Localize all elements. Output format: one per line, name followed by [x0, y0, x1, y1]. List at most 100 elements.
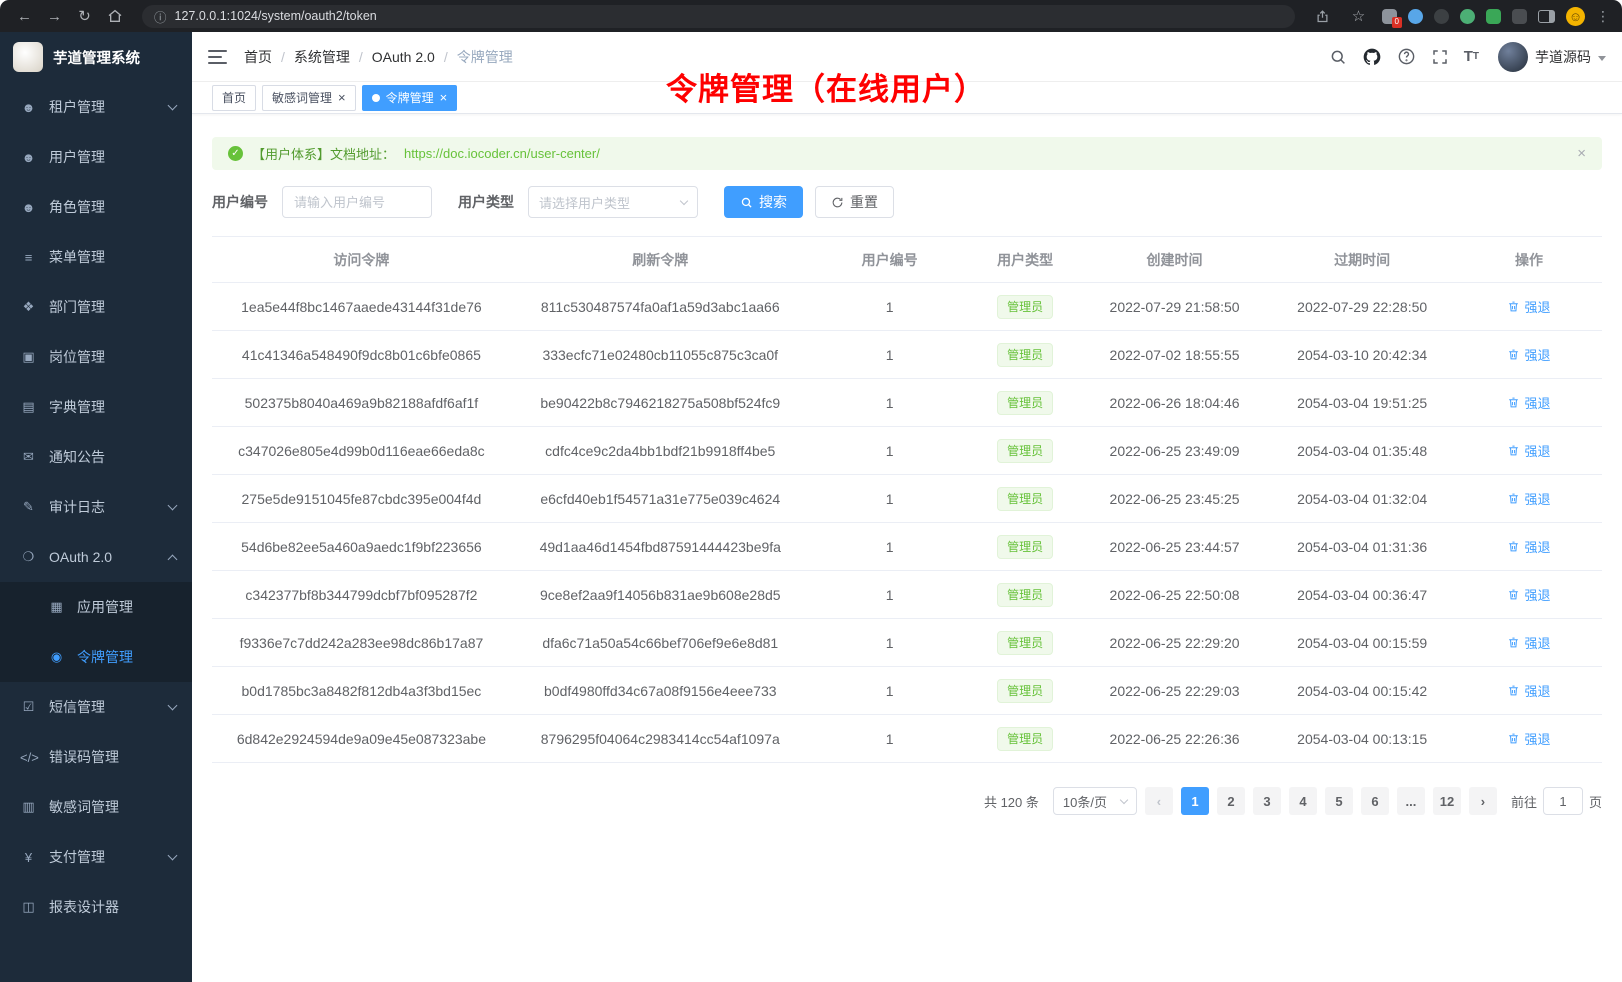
alert-link[interactable]: https://doc.iocoder.cn/user-center/ — [404, 146, 600, 161]
page-button-5[interactable]: 5 — [1325, 787, 1353, 815]
menu-kebab-icon[interactable]: ⋮ — [1596, 8, 1610, 25]
column-header: 过期时间 — [1268, 237, 1456, 283]
search-icon[interactable] — [1329, 48, 1347, 66]
github-icon[interactable] — [1362, 47, 1382, 67]
sidebar-item-menu[interactable]: ≡菜单管理 — [0, 232, 192, 282]
sidebar-item-report-designer[interactable]: ◫报表设计器 — [0, 882, 192, 932]
extension-icon[interactable]: 0 — [1382, 9, 1397, 24]
bookmark-star-icon[interactable]: ☆ — [1346, 4, 1371, 29]
page-button-1[interactable]: 1 — [1181, 787, 1209, 815]
delete-icon — [1507, 636, 1520, 649]
user-menu[interactable]: 芋道源码 — [1498, 42, 1606, 72]
table-row: 1ea5e44f8bc1467aaede43144f31de76811c5304… — [212, 283, 1602, 331]
column-header: 访问令牌 — [212, 237, 511, 283]
extension-icon[interactable] — [1460, 9, 1475, 24]
refresh-token-cell: 49d1aa46d1454fbd87591444423be9fa — [511, 523, 810, 571]
sidebar-item-error-code[interactable]: </>错误码管理 — [0, 732, 192, 782]
side-panel-icon[interactable] — [1538, 10, 1555, 23]
prev-page-button[interactable]: ‹ — [1145, 787, 1173, 815]
create-time-cell: 2022-06-25 22:29:03 — [1081, 667, 1269, 715]
access-token-cell: 275e5de9151045fe87cbdc395e004f4d — [212, 475, 511, 523]
home-icon[interactable] — [102, 4, 127, 29]
page-button-12[interactable]: 12 — [1433, 787, 1461, 815]
force-logout-button[interactable]: 强退 — [1507, 537, 1550, 556]
sidebar-item-pay[interactable]: ¥支付管理 — [0, 832, 192, 882]
extension-icon[interactable] — [1408, 9, 1423, 24]
address-bar[interactable]: ⓘ 127.0.0.1:1024/system/oauth2/token — [142, 5, 1295, 28]
extension-icon[interactable] — [1434, 9, 1449, 24]
user-type-placeholder: 请选择用户类型 — [539, 193, 630, 212]
text-size-icon[interactable] — [1464, 48, 1479, 65]
breadcrumb: 首页/系统管理/OAuth 2.0/令牌管理 — [244, 47, 513, 67]
reset-button[interactable]: 重置 — [815, 186, 894, 218]
tab-home[interactable]: 首页 — [212, 85, 256, 111]
breadcrumb-item: 令牌管理 — [457, 47, 513, 67]
user-id-cell: 1 — [810, 427, 970, 475]
sidebar-item-user[interactable]: ☻用户管理 — [0, 132, 192, 182]
breadcrumb-item[interactable]: OAuth 2.0 — [372, 49, 435, 65]
force-logout-button[interactable]: 强退 — [1507, 681, 1550, 700]
force-logout-button[interactable]: 强退 — [1507, 441, 1550, 460]
page-ellipsis-button[interactable]: ... — [1397, 787, 1425, 815]
expire-time-cell: 2054-03-04 00:36:47 — [1268, 571, 1456, 619]
force-logout-button[interactable]: 强退 — [1507, 585, 1550, 604]
user-id-input[interactable] — [282, 186, 432, 218]
page-button-2[interactable]: 2 — [1217, 787, 1245, 815]
browser-profile-avatar[interactable]: ☺ — [1566, 7, 1585, 26]
page-button-4[interactable]: 4 — [1289, 787, 1317, 815]
help-icon[interactable] — [1397, 47, 1416, 66]
expire-time-cell: 2054-03-04 19:51:25 — [1268, 379, 1456, 427]
sidebar-item-oauth2[interactable]: ❍OAuth 2.0 — [0, 532, 192, 582]
force-logout-button[interactable]: 强退 — [1507, 489, 1550, 508]
sidebar-item-notice[interactable]: ✉通知公告 — [0, 432, 192, 482]
delete-icon — [1507, 732, 1520, 745]
force-logout-button[interactable]: 强退 — [1507, 297, 1550, 316]
close-tab-icon[interactable]: × — [338, 91, 346, 104]
goto-page-input[interactable] — [1543, 787, 1583, 815]
fullscreen-icon[interactable] — [1431, 48, 1449, 66]
force-logout-button[interactable]: 强退 — [1507, 345, 1550, 364]
close-tab-icon[interactable]: × — [440, 91, 448, 104]
breadcrumb-item[interactable]: 首页 — [244, 47, 272, 67]
force-logout-button[interactable]: 强退 — [1507, 633, 1550, 652]
user-name: 芋道源码 — [1535, 47, 1591, 67]
action-cell: 强退 — [1456, 619, 1602, 667]
sidebar-item-sms[interactable]: ☑短信管理 — [0, 682, 192, 732]
tab-oauth2-token[interactable]: 令牌管理× — [362, 85, 458, 111]
breadcrumb-item[interactable]: 系统管理 — [294, 47, 350, 67]
extension-icon[interactable] — [1486, 9, 1501, 24]
close-alert-icon[interactable]: × — [1577, 145, 1586, 162]
user-type-select[interactable]: 请选择用户类型 — [528, 186, 698, 218]
sidebar-item-dict[interactable]: ▤字典管理 — [0, 382, 192, 432]
forward-icon[interactable]: → — [42, 4, 67, 29]
page-size-select[interactable]: 10条/页 — [1053, 787, 1137, 815]
extension-icon[interactable] — [1512, 9, 1527, 24]
tab-sensitive-word[interactable]: 敏感词管理× — [262, 85, 356, 111]
sidebar-item-dept[interactable]: ❖部门管理 — [0, 282, 192, 332]
sidebar-item-role[interactable]: ☻角色管理 — [0, 182, 192, 232]
create-time-cell: 2022-06-25 23:44:57 — [1081, 523, 1269, 571]
sidebar-item-oauth2-app[interactable]: ▦应用管理 — [0, 582, 192, 632]
sidebar-item-tenant[interactable]: ☻租户管理 — [0, 82, 192, 132]
collapse-sidebar-icon[interactable] — [208, 50, 227, 64]
sidebar-item-oauth2-token[interactable]: ◉令牌管理 — [0, 632, 192, 682]
chevron-down-icon — [680, 196, 688, 204]
search-button[interactable]: 搜索 — [724, 186, 803, 218]
force-logout-button[interactable]: 强退 — [1507, 729, 1550, 748]
sidebar-item-post[interactable]: ▣岗位管理 — [0, 332, 192, 382]
force-logout-button[interactable]: 强退 — [1507, 393, 1550, 412]
reload-icon[interactable]: ↻ — [72, 4, 97, 29]
sidebar-item-sensitive-word[interactable]: ▥敏感词管理 — [0, 782, 192, 832]
sidebar-item-audit-log[interactable]: ✎审计日志 — [0, 482, 192, 532]
report-icon: ◫ — [20, 899, 37, 915]
page-button-6[interactable]: 6 — [1361, 787, 1389, 815]
next-page-button[interactable]: › — [1469, 787, 1497, 815]
page-button-3[interactable]: 3 — [1253, 787, 1281, 815]
share-icon[interactable] — [1310, 4, 1335, 29]
shield-icon: ☑ — [20, 699, 37, 715]
refresh-token-cell: cdfc4ce9c2da4bb1bdf21b9918ff4be5 — [511, 427, 810, 475]
refresh-token-cell: 333ecfc71e02480cb11055c875c3ca0f — [511, 331, 810, 379]
users-icon: ☻ — [20, 200, 37, 215]
page-info-icon[interactable]: ⓘ — [154, 7, 167, 26]
back-icon[interactable]: ← — [12, 4, 37, 29]
